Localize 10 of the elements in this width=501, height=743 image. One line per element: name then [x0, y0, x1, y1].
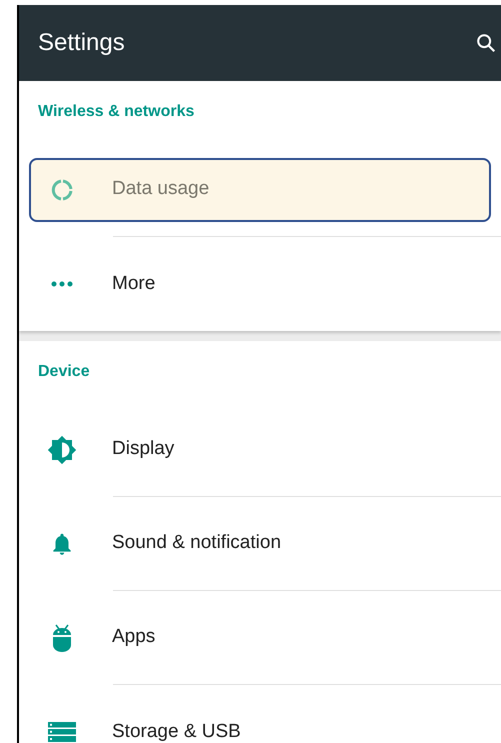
section-header: Wireless & networks — [38, 102, 194, 122]
settings-item[interactable]: Data usage — [29, 158, 491, 222]
storage-icon — [48, 722, 76, 742]
progress-ring-icon — [50, 178, 74, 202]
section-header: Device — [38, 362, 90, 382]
search-icon[interactable] — [475, 32, 497, 54]
dots-icon — [50, 281, 72, 287]
brightness-icon — [46, 434, 76, 464]
android-icon — [50, 622, 72, 652]
app-title: Settings — [38, 28, 125, 58]
